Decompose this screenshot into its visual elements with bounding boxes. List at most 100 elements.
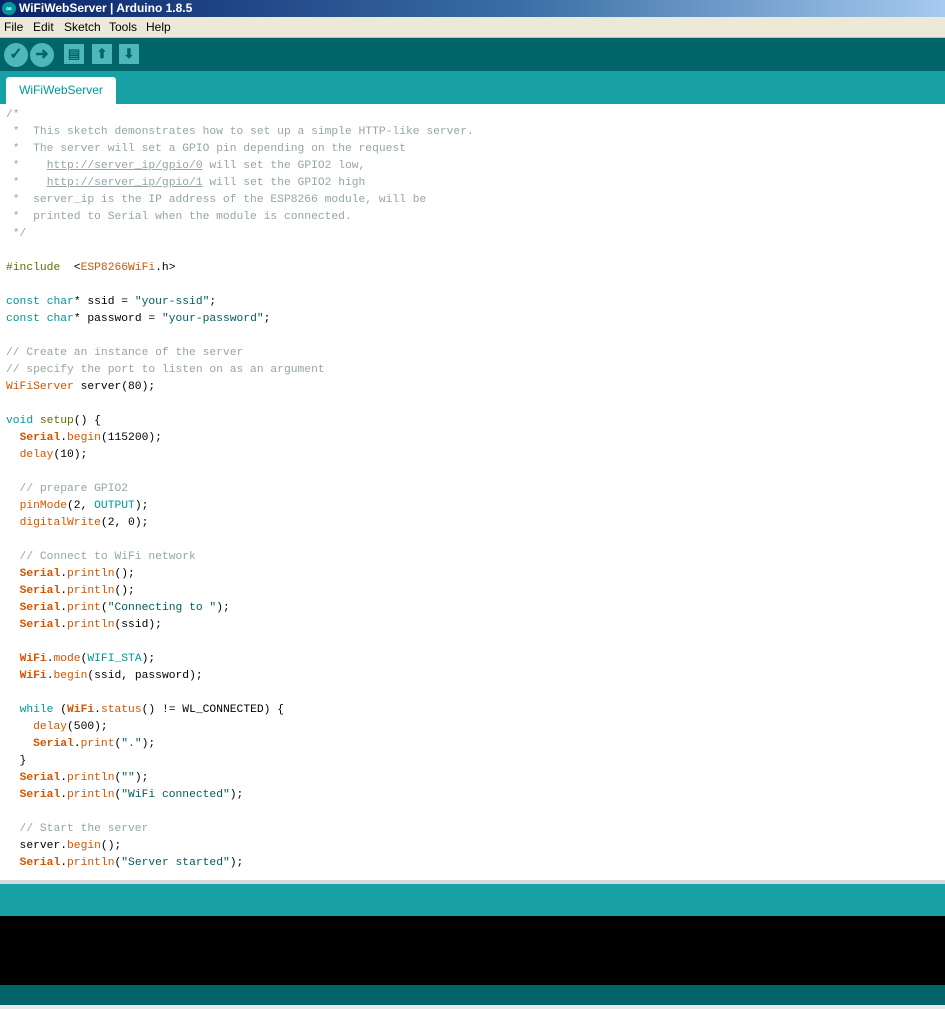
code-token: . (60, 789, 68, 801)
code-token: ( (53, 704, 68, 716)
code-line[interactable]: pinMode(2, OUTPUT); (6, 498, 474, 515)
code-token: println (67, 585, 115, 597)
code-line[interactable] (6, 464, 474, 481)
code-line[interactable]: * This sketch demonstrates how to set up… (6, 124, 474, 141)
code-token: http://server_ip/gpio/1 (46, 177, 203, 189)
code-line[interactable]: WiFiServer server(80); (6, 379, 474, 396)
down-arrow-icon: ⬇ (123, 46, 135, 61)
code-token: will set the GPIO2 high (202, 177, 366, 189)
code-token: void (6, 415, 34, 427)
code-line[interactable] (6, 243, 474, 260)
code-token: println (67, 772, 115, 784)
new-button[interactable]: ▤ (64, 44, 84, 64)
code-line[interactable] (6, 277, 474, 294)
code-line[interactable]: delay(500); (6, 719, 474, 736)
tab-wifiwebserver[interactable]: WiFiWebServer (6, 77, 116, 104)
code-line[interactable] (6, 685, 474, 702)
code-token: } (6, 755, 27, 767)
open-button[interactable]: ⬆ (92, 44, 112, 64)
code-line[interactable]: } (6, 753, 474, 770)
code-line[interactable]: // specify the port to listen on as an a… (6, 362, 474, 379)
code-token: delay (19, 449, 54, 461)
code-token: print (80, 738, 115, 750)
code-token: /* (6, 109, 20, 121)
code-line[interactable]: * http://server_ip/gpio/1 will set the G… (6, 175, 474, 192)
menu-sketch[interactable]: Sketch (64, 17, 101, 38)
code-token: () != WL_CONNECTED) { (141, 704, 284, 716)
code-line[interactable] (6, 634, 474, 651)
code-token: .h> (155, 262, 176, 274)
code-line[interactable]: #include <ESP8266WiFi.h> (6, 260, 474, 277)
code-line[interactable]: Serial.println("Server started"); (6, 855, 474, 872)
code-token: digitalWrite (19, 517, 101, 529)
code-text[interactable]: /* * This sketch demonstrates how to set… (6, 107, 474, 872)
code-token: OUTPUT (94, 500, 135, 512)
code-line[interactable]: WiFi.begin(ssid, password); (6, 668, 474, 685)
code-line[interactable]: * printed to Serial when the module is c… (6, 209, 474, 226)
code-line[interactable]: // prepare GPIO2 (6, 481, 474, 498)
code-line[interactable]: Serial.println(""); (6, 770, 474, 787)
code-line[interactable]: Serial.print("."); (6, 736, 474, 753)
code-line[interactable]: * http://server_ip/gpio/0 will set the G… (6, 158, 474, 175)
code-token: (115200); (100, 432, 162, 444)
code-line[interactable]: const char* ssid = "your-ssid"; (6, 294, 474, 311)
code-line[interactable]: // Connect to WiFi network (6, 549, 474, 566)
menu-edit[interactable]: Edit (33, 17, 54, 38)
code-line[interactable]: void setup() { (6, 413, 474, 430)
code-token: . (60, 619, 68, 631)
menu-file[interactable]: File (4, 17, 23, 38)
code-token: < (60, 262, 81, 274)
code-token: char (46, 296, 74, 308)
code-line[interactable]: Serial.println(); (6, 566, 474, 583)
code-token: Serial (19, 789, 61, 801)
upload-button[interactable]: ➜ (30, 43, 54, 67)
code-line[interactable]: while (WiFi.status() != WL_CONNECTED) { (6, 702, 474, 719)
code-line[interactable]: WiFi.mode(WIFI_STA); (6, 651, 474, 668)
code-token: * printed to Serial when the module is c… (6, 211, 352, 223)
code-token: ); (229, 789, 244, 801)
code-line[interactable]: server.begin(); (6, 838, 474, 855)
code-line[interactable]: Serial.println(ssid); (6, 617, 474, 634)
code-token: ESP8266WiFi (80, 262, 156, 274)
code-line[interactable]: Serial.begin(115200); (6, 430, 474, 447)
code-line[interactable] (6, 532, 474, 549)
code-line[interactable] (6, 328, 474, 345)
code-token: (); (114, 568, 135, 580)
code-line[interactable]: /* (6, 107, 474, 124)
code-line[interactable]: // Start the server (6, 821, 474, 838)
code-line[interactable]: Serial.println(); (6, 583, 474, 600)
code-token: "your-password" (161, 313, 264, 325)
code-line[interactable]: Serial.print("Connecting to "); (6, 600, 474, 617)
code-token: (ssid); (114, 619, 162, 631)
code-line[interactable]: * The server will set a GPIO pin dependi… (6, 141, 474, 158)
menu-tools[interactable]: Tools (109, 17, 137, 38)
code-token: Serial (19, 619, 61, 631)
code-line[interactable]: const char* password = "your-password"; (6, 311, 474, 328)
code-line[interactable]: Serial.println("WiFi connected"); (6, 787, 474, 804)
console-output[interactable] (0, 916, 945, 985)
code-token: . (60, 432, 68, 444)
code-line[interactable] (6, 396, 474, 413)
code-token: ; (209, 296, 217, 308)
code-token: * (6, 160, 47, 172)
menu-help[interactable]: Help (146, 17, 171, 38)
code-line[interactable]: digitalWrite(2, 0); (6, 515, 474, 532)
code-line[interactable] (6, 804, 474, 821)
toolbar: ✓ ➜ ▤ ⬆ ⬇ (0, 38, 945, 71)
code-editor[interactable]: /* * This sketch demonstrates how to set… (0, 104, 945, 880)
code-token: Serial (19, 568, 61, 580)
code-token: ); (141, 653, 156, 665)
code-line[interactable]: // Create an instance of the server (6, 345, 474, 362)
menu-bar: File Edit Sketch Tools Help (0, 17, 945, 38)
code-line[interactable]: delay(10); (6, 447, 474, 464)
code-line[interactable]: */ (6, 226, 474, 243)
verify-button[interactable]: ✓ (4, 43, 28, 67)
code-token: begin (53, 670, 88, 682)
code-token: . (60, 602, 68, 614)
code-line[interactable]: * server_ip is the IP address of the ESP… (6, 192, 474, 209)
save-button[interactable]: ⬇ (119, 44, 139, 64)
